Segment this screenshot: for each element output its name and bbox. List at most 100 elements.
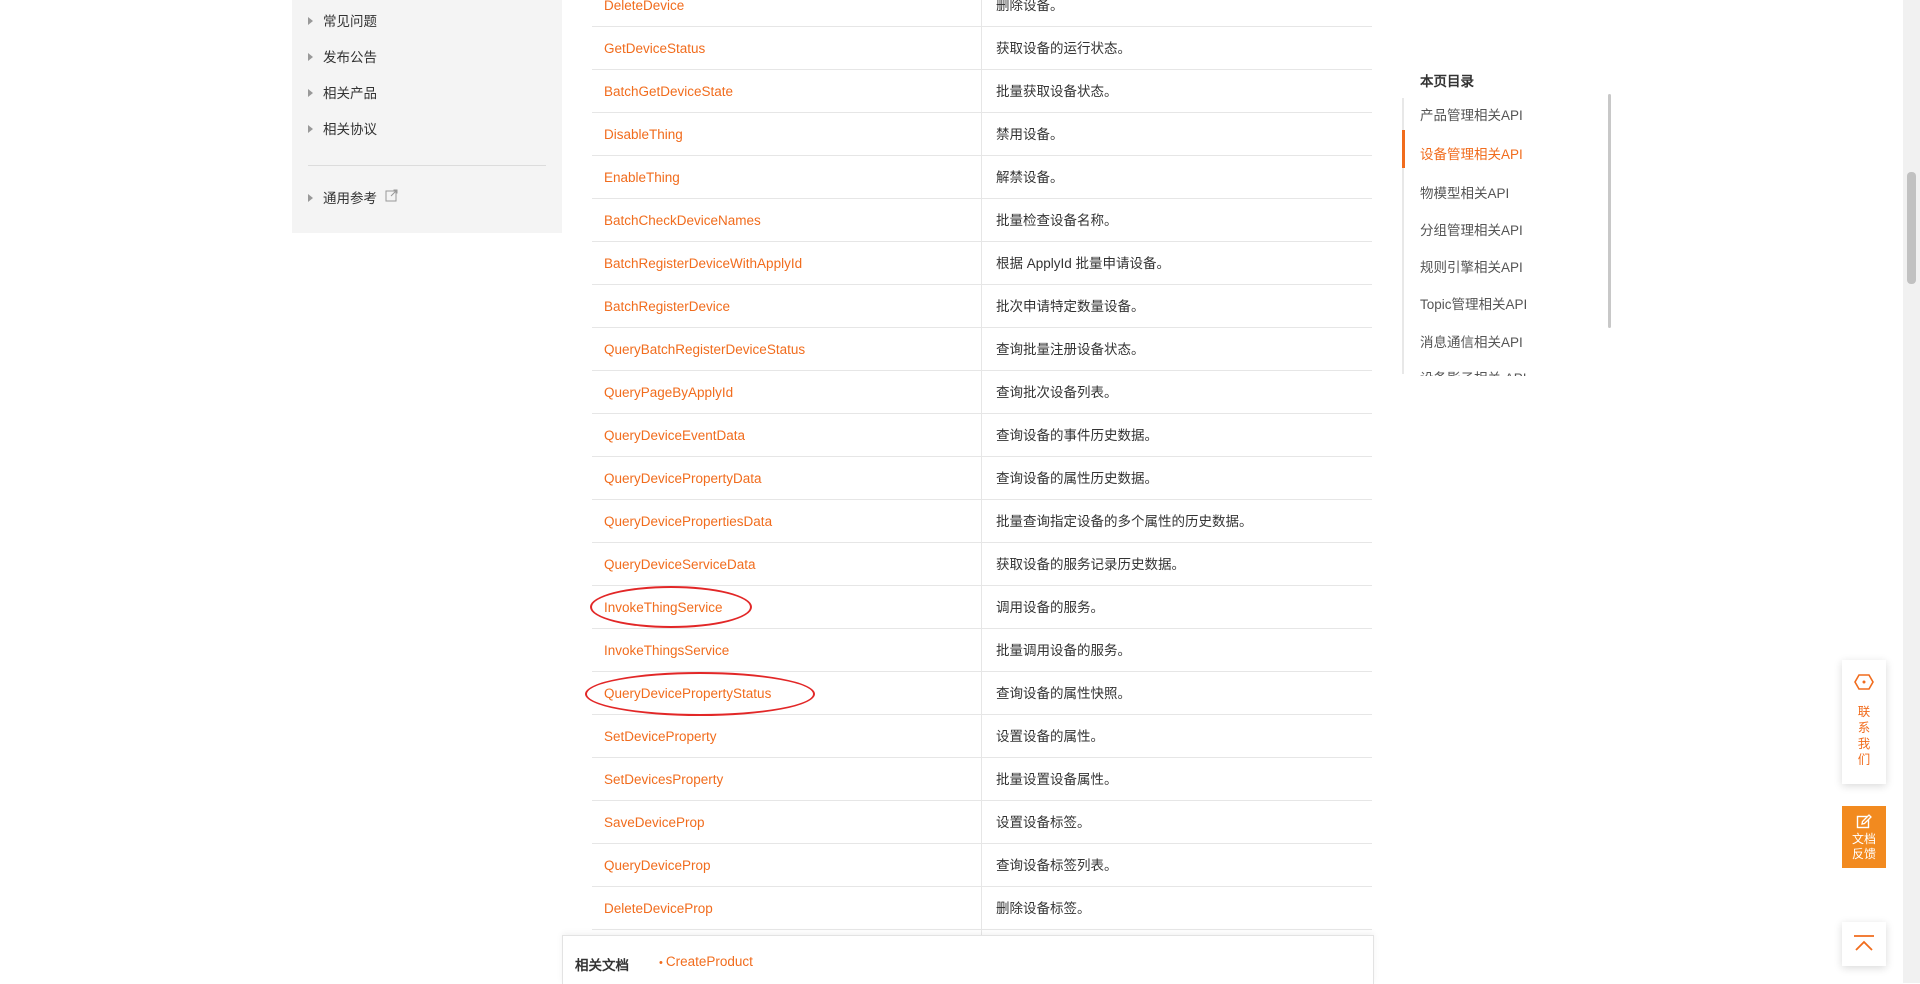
table-row: QueryDeviceServiceData 获取设备的服务记录历史数据。 — [592, 543, 1372, 586]
toc-item-messaging-api[interactable]: 消息通信相关API — [1420, 331, 1523, 351]
caret-right-icon — [308, 125, 313, 134]
api-link-query-device-property-status[interactable]: QueryDevicePropertyStatus — [604, 672, 771, 715]
api-description: 调用设备的服务。 — [996, 600, 1104, 615]
api-link-set-device-property[interactable]: SetDeviceProperty — [604, 715, 717, 758]
api-description: 批量查询指定设备的多个属性的历史数据。 — [996, 514, 1253, 529]
related-docs-bar: 相关文档 CreateProduct — [562, 935, 1374, 984]
api-link-query-page-by-applyid[interactable]: QueryPageByApplyId — [604, 371, 733, 414]
api-link-disable-thing[interactable]: DisableThing — [604, 113, 683, 156]
api-description: 设置设备标签。 — [996, 815, 1091, 830]
toc-item-group-api[interactable]: 分组管理相关API — [1420, 219, 1523, 239]
api-description: 查询设备标签列表。 — [996, 858, 1118, 873]
table-row: QueryDeviceEventData 查询设备的事件历史数据。 — [592, 414, 1372, 457]
table-row: BatchCheckDeviceNames 批量检查设备名称。 — [592, 199, 1372, 242]
back-to-top-button[interactable] — [1842, 922, 1886, 966]
api-link-query-device-event-data[interactable]: QueryDeviceEventData — [604, 414, 745, 457]
api-link-set-devices-property[interactable]: SetDevicesProperty — [604, 758, 723, 801]
toc-title: 本页目录 — [1420, 74, 1474, 89]
api-link-batch-register-with-applyid[interactable]: BatchRegisterDeviceWithApplyId — [604, 242, 802, 285]
api-description: 查询设备的事件历史数据。 — [996, 428, 1158, 443]
api-link-delete-device-prop[interactable]: DeleteDeviceProp — [604, 887, 713, 930]
caret-right-icon — [308, 17, 313, 26]
toc-item-device-shadow-api[interactable]: 设备影子相关 API — [1420, 367, 1527, 376]
toc-scrollbar[interactable] — [1608, 94, 1611, 328]
api-description: 批量检查设备名称。 — [996, 213, 1118, 228]
table-row: QueryDeviceProp 查询设备标签列表。 — [592, 844, 1372, 887]
toc-item-device-api[interactable]: 设备管理相关API — [1420, 143, 1523, 163]
related-doc-link[interactable]: CreateProduct — [659, 954, 753, 969]
api-description: 查询设备的属性快照。 — [996, 686, 1131, 701]
toc-item-topic-api[interactable]: Topic管理相关API — [1420, 293, 1527, 313]
table-row: QueryDevicePropertiesData 批量查询指定设备的多个属性的… — [592, 500, 1372, 543]
toc-item-rule-engine-api[interactable]: 规则引擎相关API — [1420, 256, 1523, 276]
toc-item-thing-model-api[interactable]: 物模型相关API — [1420, 182, 1509, 202]
api-description: 禁用设备。 — [996, 127, 1064, 142]
api-link-get-device-status[interactable]: GetDeviceStatus — [604, 27, 705, 70]
api-link-query-batch-register-status[interactable]: QueryBatchRegisterDeviceStatus — [604, 328, 805, 371]
table-row: QueryDevicePropertyData 查询设备的属性历史数据。 — [592, 457, 1372, 500]
sidebar-item-faq[interactable]: 常见问题 — [308, 12, 377, 32]
api-link-query-device-prop[interactable]: QueryDeviceProp — [604, 844, 711, 887]
api-description: 批量设置设备属性。 — [996, 772, 1118, 787]
contact-us-label: 联系我们 — [1842, 704, 1886, 768]
api-description: 设置设备的属性。 — [996, 729, 1104, 744]
related-docs-title: 相关文档 — [575, 958, 629, 973]
table-row: BatchGetDeviceState 批量获取设备状态。 — [592, 70, 1372, 113]
table-row: DeleteDevice 删除设备。 — [592, 0, 1372, 27]
sidebar-item-related-agreements[interactable]: 相关协议 — [308, 120, 377, 140]
sidebar-item-related-products[interactable]: 相关产品 — [308, 84, 377, 104]
contact-icon — [1853, 672, 1875, 697]
table-row: QueryDevicePropertyStatus 查询设备的属性快照。 — [592, 672, 1372, 715]
api-link-enable-thing[interactable]: EnableThing — [604, 156, 680, 199]
back-to-top-icon — [1853, 934, 1875, 959]
api-link-delete-device[interactable]: DeleteDevice — [604, 0, 684, 27]
api-link-invoke-thing-service[interactable]: InvokeThingService — [604, 586, 723, 629]
external-link-icon — [385, 188, 398, 208]
api-link-batch-check-device-names[interactable]: BatchCheckDeviceNames — [604, 199, 761, 242]
api-description: 批次申请特定数量设备。 — [996, 299, 1145, 314]
page-scrollbar[interactable] — [1903, 0, 1920, 983]
toc-active-indicator — [1402, 130, 1405, 168]
doc-feedback-button[interactable]: 文档反馈 — [1842, 806, 1886, 868]
api-description: 批量获取设备状态。 — [996, 84, 1118, 99]
api-description: 查询批次设备列表。 — [996, 385, 1118, 400]
doc-feedback-label: 文档反馈 — [1842, 832, 1886, 862]
page-toc: 本页目录 产品管理相关API 设备管理相关API 物模型相关API 分组管理相关… — [1402, 62, 1612, 376]
api-link-batch-get-device-state[interactable]: BatchGetDeviceState — [604, 70, 733, 113]
api-link-query-device-property-data[interactable]: QueryDevicePropertyData — [604, 457, 762, 500]
table-row: GetDeviceStatus 获取设备的运行状态。 — [592, 27, 1372, 70]
api-description: 根据 ApplyId 批量申请设备。 — [996, 256, 1171, 271]
page-scrollbar-thumb[interactable] — [1907, 172, 1916, 284]
api-link-query-device-properties-data[interactable]: QueryDevicePropertiesData — [604, 500, 772, 543]
sidebar-item-label: 发布公告 — [323, 50, 377, 65]
sidebar-divider — [308, 165, 546, 166]
api-link-invoke-things-service[interactable]: InvokeThingsService — [604, 629, 729, 672]
table-row: InvokeThingService 调用设备的服务。 — [592, 586, 1372, 629]
caret-right-icon — [308, 194, 313, 203]
sidebar-item-label: 相关协议 — [323, 122, 377, 137]
api-link-query-device-service-data[interactable]: QueryDeviceServiceData — [604, 543, 756, 586]
api-description: 删除设备标签。 — [996, 901, 1091, 916]
sidebar-item-label: 常见问题 — [323, 14, 377, 29]
api-description: 获取设备的服务记录历史数据。 — [996, 557, 1185, 572]
table-row: DisableThing 禁用设备。 — [592, 113, 1372, 156]
api-description: 查询批量注册设备状态。 — [996, 342, 1145, 357]
sidebar-item-announcements[interactable]: 发布公告 — [308, 48, 377, 68]
contact-us-button[interactable]: 联系我们 — [1842, 660, 1886, 784]
table-row: SetDeviceProperty 设置设备的属性。 — [592, 715, 1372, 758]
table-row: SetDevicesProperty 批量设置设备属性。 — [592, 758, 1372, 801]
api-description: 批量调用设备的服务。 — [996, 643, 1131, 658]
table-row: SaveDeviceProp 设置设备标签。 — [592, 801, 1372, 844]
toc-item-product-api[interactable]: 产品管理相关API — [1420, 104, 1523, 124]
sidebar-item-general-reference[interactable]: 通用参考 — [308, 189, 398, 209]
api-description: 删除设备。 — [996, 0, 1064, 13]
table-row: BatchRegisterDeviceWithApplyId 根据 ApplyI… — [592, 242, 1372, 285]
api-description: 获取设备的运行状态。 — [996, 41, 1131, 56]
left-sidebar: 常见问题 发布公告 相关产品 相关协议 通用参考 — [292, 0, 562, 233]
table-row: DeleteDeviceProp 删除设备标签。 — [592, 887, 1372, 930]
api-link-save-device-prop[interactable]: SaveDeviceProp — [604, 801, 705, 844]
table-row: QueryBatchRegisterDeviceStatus 查询批量注册设备状… — [592, 328, 1372, 371]
caret-right-icon — [308, 89, 313, 98]
table-row: EnableThing 解禁设备。 — [592, 156, 1372, 199]
api-link-batch-register-device[interactable]: BatchRegisterDevice — [604, 285, 730, 328]
